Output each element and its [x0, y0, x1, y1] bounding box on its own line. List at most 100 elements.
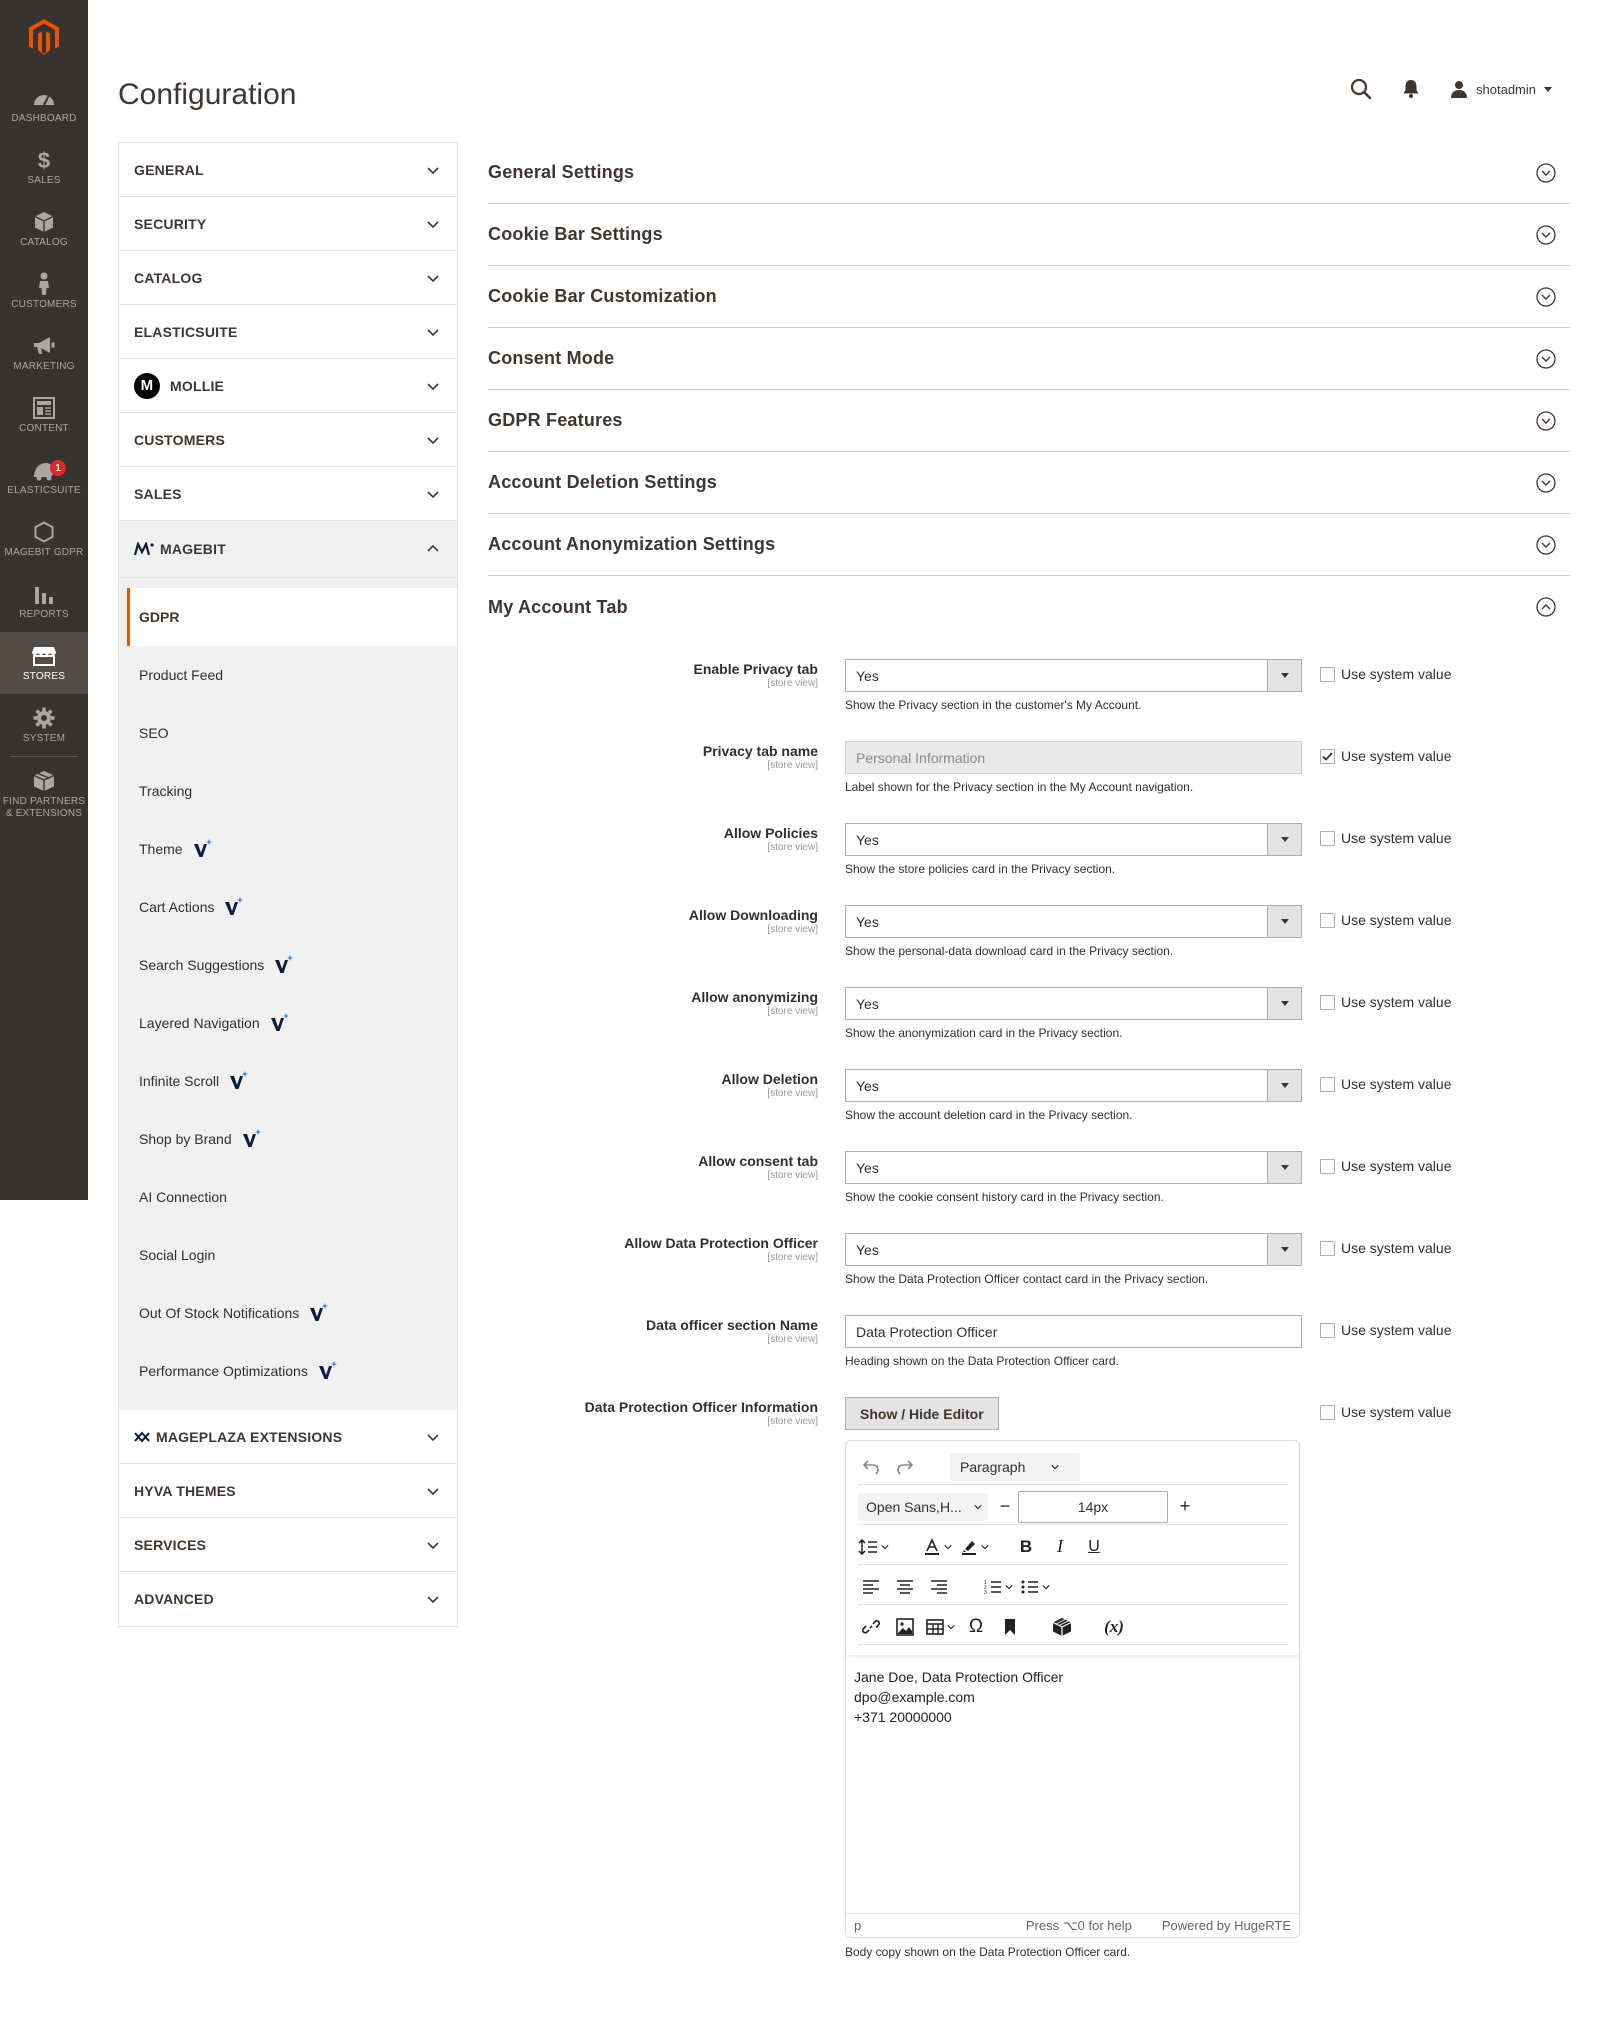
menu-item-magebit-gdpr[interactable]: MAGEBIT GDPR: [0, 508, 88, 570]
highlight-color-button[interactable]: [960, 1533, 989, 1561]
insert-table-button[interactable]: [926, 1613, 955, 1641]
sub-item-shop-by-brand[interactable]: Shop by Brand: [127, 1110, 457, 1168]
checkbox-icon: [1320, 830, 1335, 846]
user-account-menu[interactable]: shotadmin: [1450, 80, 1552, 98]
use-system-value-checkbox[interactable]: Use system value: [1320, 1158, 1451, 1174]
sub-item-cart-actions[interactable]: Cart Actions: [127, 878, 457, 936]
tab-group-security[interactable]: SECURITY: [119, 197, 457, 251]
text-field[interactable]: [845, 1315, 1302, 1348]
section-cookie-bar-settings[interactable]: Cookie Bar Settings: [488, 204, 1570, 266]
section-gdpr-features[interactable]: GDPR Features: [488, 390, 1570, 452]
menu-item-system[interactable]: SYSTEM: [0, 694, 88, 756]
insert-image-button[interactable]: [892, 1613, 918, 1641]
tab-group-sales[interactable]: SALES: [119, 467, 457, 521]
use-system-value-checkbox[interactable]: Use system value: [1320, 1240, 1451, 1256]
tab-group-general[interactable]: GENERAL: [119, 143, 457, 197]
bold-button[interactable]: B: [1013, 1533, 1039, 1561]
section-general-settings[interactable]: General Settings: [488, 142, 1570, 204]
tab-group-services[interactable]: SERVICES: [119, 1518, 457, 1572]
insert-widget-button[interactable]: [1049, 1613, 1075, 1641]
tab-group-elasticsuite[interactable]: ELASTICSUITE: [119, 305, 457, 359]
sub-item-product-feed[interactable]: Product Feed: [127, 646, 457, 704]
menu-item-marketing[interactable]: MARKETING: [0, 322, 88, 384]
tab-group-mageplaza-extensions[interactable]: MAGEPLAZA EXTENSIONS: [119, 1410, 457, 1464]
menu-item-label: FIND PARTNERS & EXTENSIONS: [2, 795, 86, 819]
show-hide-editor-button[interactable]: Show / Hide Editor: [845, 1397, 999, 1430]
menu-item-sales[interactable]: $ SALES: [0, 136, 88, 198]
notifications-button[interactable]: [1402, 79, 1420, 99]
numbered-list-button[interactable]: 123: [984, 1573, 1013, 1601]
section-consent-mode[interactable]: Consent Mode: [488, 328, 1570, 390]
sub-item-social-login[interactable]: Social Login: [127, 1226, 457, 1284]
use-system-value-checkbox[interactable]: Use system value: [1320, 994, 1451, 1010]
redo-button[interactable]: [892, 1453, 918, 1481]
use-system-value-checkbox[interactable]: Use system value: [1320, 830, 1451, 846]
undo-button[interactable]: [858, 1453, 884, 1481]
field-row-allow-consent-tab: Allow consent tab [store view] Yes Show the…: [488, 1148, 1570, 1230]
menu-item-catalog[interactable]: CATALOG: [0, 198, 88, 260]
sub-item-search-suggestions[interactable]: Search Suggestions: [127, 936, 457, 994]
sub-item-gdpr[interactable]: GDPR: [127, 588, 457, 646]
menu-item-dashboard[interactable]: DASHBOARD: [0, 74, 88, 136]
menu-item-content[interactable]: CONTENT: [0, 384, 88, 446]
section-account-deletion-settings[interactable]: Account Deletion Settings: [488, 452, 1570, 514]
menu-item-customers[interactable]: CUSTOMERS: [0, 260, 88, 322]
special-character-button[interactable]: Ω: [963, 1613, 989, 1641]
menu-item-stores[interactable]: STORES: [0, 632, 88, 694]
sub-item-out-of-stock-notifications[interactable]: Out Of Stock Notifications: [127, 1284, 457, 1342]
tab-group-mollie[interactable]: m MOLLIE: [119, 359, 457, 413]
font-size-increase-button[interactable]: +: [1172, 1493, 1198, 1521]
sub-item-ai-connection[interactable]: AI Connection: [127, 1168, 457, 1226]
section-my-account-tab[interactable]: My Account Tab: [488, 576, 1570, 638]
use-system-value-checkbox[interactable]: Use system value: [1320, 912, 1451, 928]
underline-button[interactable]: U: [1081, 1533, 1107, 1561]
element-path[interactable]: p: [854, 1918, 1026, 1933]
use-system-value-checkbox[interactable]: Use system value: [1320, 1404, 1451, 1420]
select-field[interactable]: Yes: [845, 905, 1302, 938]
align-right-button[interactable]: [926, 1573, 952, 1601]
tab-group-customers[interactable]: CUSTOMERS: [119, 413, 457, 467]
tab-group-magebit[interactable]: MAGEBIT: [119, 521, 457, 578]
use-system-value-checkbox[interactable]: Use system value: [1320, 666, 1451, 682]
select-field[interactable]: Yes: [845, 1151, 1302, 1184]
font-size-input[interactable]: [1018, 1490, 1168, 1523]
tab-group-catalog[interactable]: CATALOG: [119, 251, 457, 305]
bullet-list-button[interactable]: [1021, 1573, 1050, 1601]
section-account-anonymization-settings[interactable]: Account Anonymization Settings: [488, 514, 1570, 576]
block-format-select[interactable]: Paragraph: [950, 1452, 1080, 1481]
menu-item-elasticsuite[interactable]: ELASTICSUITE 1: [0, 446, 88, 508]
font-size-decrease-button[interactable]: −: [992, 1493, 1018, 1521]
insert-variable-button[interactable]: (x): [1101, 1613, 1127, 1641]
tab-group-advanced[interactable]: ADVANCED: [119, 1572, 457, 1626]
sub-item-performance-optimizations[interactable]: Performance Optimizations: [127, 1342, 457, 1400]
select-field[interactable]: Yes: [845, 987, 1302, 1020]
use-system-value-checkbox[interactable]: Use system value: [1320, 1322, 1451, 1338]
editor-content[interactable]: Jane Doe, Data Protection Officer dpo@ex…: [854, 1667, 1063, 1727]
select-field[interactable]: Yes: [845, 1233, 1302, 1266]
powered-by-link[interactable]: Powered by HugeRTE: [1162, 1918, 1291, 1933]
text-color-button[interactable]: [923, 1533, 952, 1561]
use-system-value-checkbox[interactable]: Use system value: [1320, 748, 1451, 764]
section-cookie-bar-customization[interactable]: Cookie Bar Customization: [488, 266, 1570, 328]
align-left-button[interactable]: [858, 1573, 884, 1601]
tab-group-hyva-themes[interactable]: HYVA THEMES: [119, 1464, 457, 1518]
use-system-value-checkbox[interactable]: Use system value: [1320, 1076, 1451, 1092]
global-search-button[interactable]: [1350, 78, 1372, 100]
font-family-select[interactable]: Open Sans,H...: [858, 1492, 988, 1521]
sub-item-layered-navigation[interactable]: Layered Navigation: [127, 994, 457, 1052]
magento-logo[interactable]: [0, 0, 88, 74]
insert-link-button[interactable]: [858, 1613, 884, 1641]
menu-item-find-partners-extensions[interactable]: FIND PARTNERS & EXTENSIONS: [0, 757, 88, 831]
select-field[interactable]: Yes: [845, 1069, 1302, 1102]
italic-button[interactable]: I: [1047, 1533, 1073, 1561]
bookmark-button[interactable]: [997, 1613, 1023, 1641]
sub-item-tracking[interactable]: Tracking: [127, 762, 457, 820]
sub-item-infinite-scroll[interactable]: Infinite Scroll: [127, 1052, 457, 1110]
sub-item-theme[interactable]: Theme: [127, 820, 457, 878]
line-height-button[interactable]: [858, 1533, 889, 1561]
sub-item-seo[interactable]: SEO: [127, 704, 457, 762]
select-field[interactable]: Yes: [845, 823, 1302, 856]
select-field[interactable]: Yes: [845, 659, 1302, 692]
menu-item-reports[interactable]: REPORTS: [0, 570, 88, 632]
align-center-button[interactable]: [892, 1573, 918, 1601]
